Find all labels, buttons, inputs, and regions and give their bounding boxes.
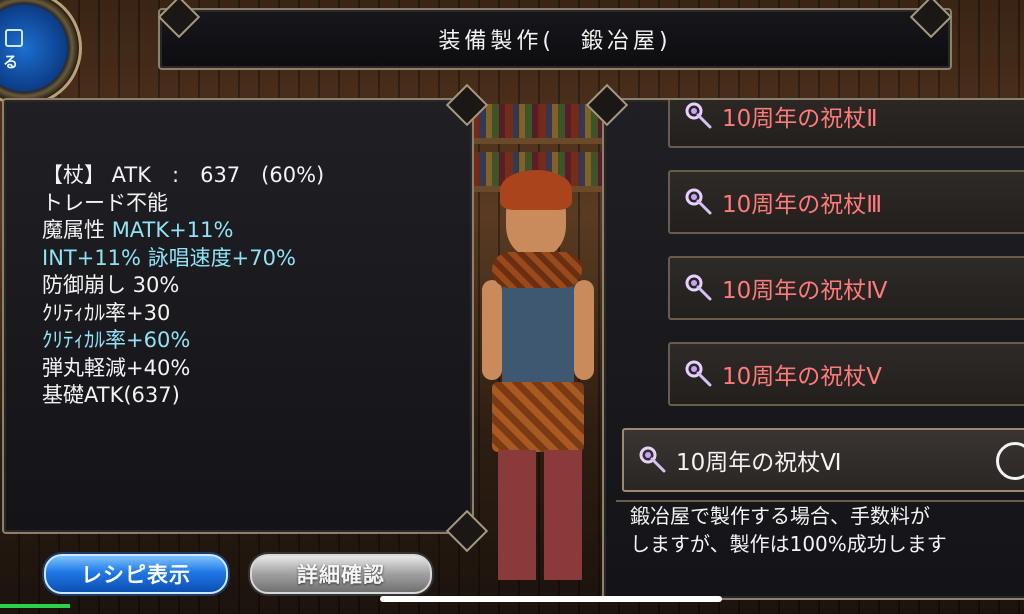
character-hair: [500, 170, 572, 210]
stat-text: INT+11%: [42, 245, 148, 270]
page-title: 装備製作( 鍛冶屋): [438, 29, 672, 54]
recipe-item[interactable]: 10周年の祝杖Ⅴ: [668, 342, 1024, 406]
show-recipe-label: レシピ表示: [81, 563, 191, 587]
progress-indicator: [0, 604, 70, 608]
item-stats-list: 【杖】 ATK : 637 (60%) トレード不能 魔属性 MATK+11% INT…: [42, 162, 324, 410]
stat-line: 魔属性 MATK+11%: [42, 217, 324, 245]
description-line: しますが、製作は100%成功します: [630, 532, 947, 556]
character-scarf: [492, 252, 582, 288]
bookshelf-row: [472, 104, 608, 138]
staff-icon: [638, 445, 668, 475]
stat-text: 弾丸軽減+40%: [42, 355, 191, 380]
recipe-item-label: 10周年の祝杖Ⅵ: [676, 450, 842, 476]
character-belt: [492, 382, 584, 452]
stat-text: 基礎ATK(637): [42, 383, 180, 407]
character-arm: [482, 280, 502, 380]
radio-circle-icon[interactable]: [996, 442, 1024, 480]
staff-icon: [684, 359, 714, 389]
stat-line: 弾丸軽減+40%: [42, 355, 324, 383]
recipe-item-label: 10周年の祝杖Ⅱ: [722, 106, 878, 132]
stat-line: ｸﾘﾃｨｶﾙ率+60%: [42, 327, 324, 355]
stat-text: 魔属性: [42, 218, 112, 242]
stat-text-extra: MATK+11%: [111, 218, 234, 242]
recipe-list-panel: 10周年の祝杖Ⅱ 10周年の祝杖Ⅲ 10周年の祝杖Ⅳ 10周年の祝杖Ⅴ 10周年の祝杖Ⅵ…: [602, 98, 1024, 600]
stat-text: ｸﾘﾃｨｶﾙ率+30: [42, 300, 171, 325]
recipe-item[interactable]: 10周年の祝杖Ⅵ: [622, 428, 1024, 492]
stat-line: INT+11% 詠唱速度+70%: [42, 245, 324, 273]
recipe-description: 鍛冶屋で製作する場合、手数料が しますが、製作は100%成功します: [616, 500, 1024, 588]
stat-text: 【杖】 ATK : 637 (60%): [42, 163, 325, 187]
bookshelf-board: [470, 138, 610, 144]
description-line: 鍛冶屋で製作する場合、手数料が: [630, 504, 930, 528]
character-torso: [502, 280, 574, 390]
home-indicator[interactable]: [380, 596, 722, 602]
staff-icon: [684, 273, 714, 303]
recipe-item-label: 10周年の祝杖Ⅲ: [722, 192, 883, 218]
stat-text-extra: 詠唱速度+70%: [147, 245, 296, 270]
recipe-item-label: 10周年の祝杖Ⅳ: [722, 278, 888, 304]
staff-icon: [684, 101, 714, 131]
item-stats-panel: 【杖】 ATK : 637 (60%) トレード不能 魔属性 MATK+11% INT…: [2, 98, 474, 534]
player-character: [478, 170, 608, 590]
recipe-item[interactable]: 10周年の祝杖Ⅳ: [668, 256, 1024, 320]
menu-icon: [5, 29, 23, 47]
character-arm: [574, 280, 594, 380]
stat-line: 基礎ATK(637): [42, 382, 324, 410]
stat-line: トレード不能: [42, 190, 324, 218]
character-legs: [498, 450, 582, 580]
details-button[interactable]: 詳細確認: [250, 554, 432, 594]
stat-line: 【杖】 ATK : 637 (60%): [42, 162, 324, 190]
stat-line: ｸﾘﾃｨｶﾙ率+30: [42, 300, 324, 328]
recipe-item[interactable]: 10周年の祝杖Ⅲ: [668, 170, 1024, 234]
recipe-item[interactable]: 10周年の祝杖Ⅱ: [668, 100, 1024, 148]
title-bar: 装備製作( 鍛冶屋): [158, 8, 952, 70]
menu-button-label: る: [3, 53, 19, 71]
show-recipe-button[interactable]: レシピ表示: [44, 554, 228, 594]
stat-text: トレード不能: [42, 190, 168, 215]
stat-text: 防御崩し 30%: [42, 273, 180, 297]
details-label: 詳細確認: [297, 563, 385, 587]
stat-text: ｸﾘﾃｨｶﾙ率+60%: [42, 328, 191, 352]
stat-line: 防御崩し 30%: [42, 272, 324, 300]
staff-icon: [684, 187, 714, 217]
recipe-item-label: 10周年の祝杖Ⅴ: [722, 364, 883, 390]
